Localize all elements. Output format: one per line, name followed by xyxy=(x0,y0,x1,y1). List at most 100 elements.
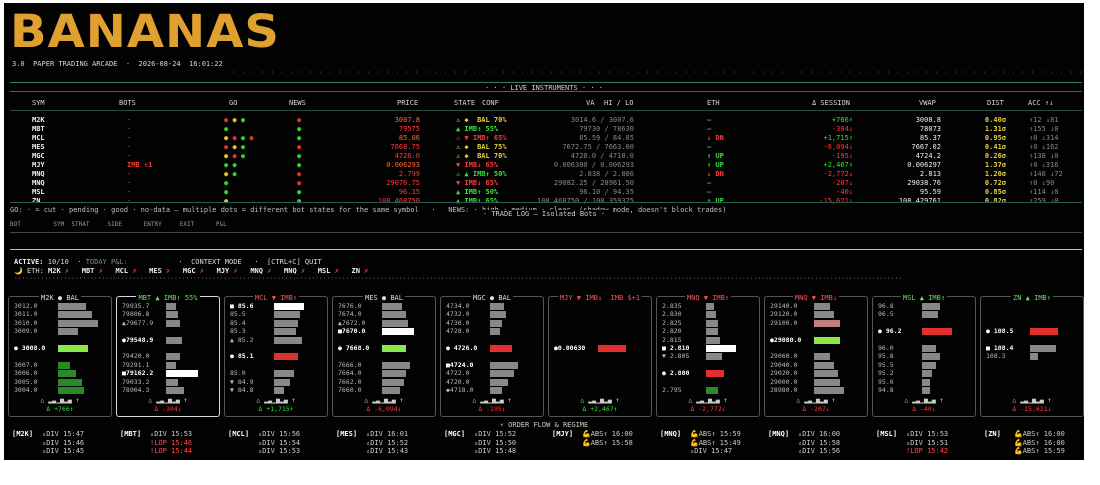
ladder-level: 3009.0 xyxy=(14,327,110,336)
table-row[interactable]: MBT · ● ● 79575 ▲ IMB↑ 55% 79730 / 78630 — -304… xyxy=(4,125,1084,134)
depth-panel[interactable]: M2K ● BAL 3012.0 3011.0 3010.0 3009.0 ● 3008.… xyxy=(8,294,112,417)
volume-bar xyxy=(814,370,838,378)
volume-bar xyxy=(814,336,840,344)
table-row[interactable]: MES · ● ● ● ● 7668.75 ⚠ ◆ BAL 75% 7672.75 / 7… xyxy=(4,143,1084,152)
depth-panel[interactable]: MES ● BAL 7676.0 7674.0 ▲7672.0 ■7670.0 ● 766… xyxy=(332,294,436,417)
panel-delta: Δ -2,772↓ xyxy=(690,405,726,413)
ladder-level: 85.5 xyxy=(230,310,326,319)
row-symbol: MJY xyxy=(32,161,45,169)
row-eth: — xyxy=(707,188,712,196)
row-delta: -40↓ xyxy=(836,188,853,196)
delta-sparkline: △ ▂▃▁▅▂▄ ↑ xyxy=(40,396,80,404)
ladder-level: 85.3 xyxy=(230,327,326,336)
table-row[interactable]: MGC · ● ● ● ● 4726.0 ⚠ ◆ BAL 70% 4728.0 / 471… xyxy=(4,152,1084,161)
panel-title: MNQ ▼ IMB↓ xyxy=(792,294,840,302)
row-acc: ↑138 ↓0 xyxy=(1029,152,1059,160)
delta-sparkline: △ ▂▃▁▅▂▄ ↑ xyxy=(904,396,944,404)
row-delta: -6,094↓ xyxy=(823,143,853,151)
ladder-level: ● 108.5 xyxy=(986,327,1082,336)
panel-title: MJY ▼ IMB↓ IMB $+1 xyxy=(557,294,643,302)
volume-bar xyxy=(490,345,512,352)
volume-bar xyxy=(166,361,176,369)
ladder-level: 29020.0 xyxy=(770,369,866,378)
depth-panel[interactable]: MNQ ▼ IMB↑ 2.835 2.830 2.825 2.820 2.815 ■ 2.8… xyxy=(656,294,760,417)
row-delta: +1,715↑ xyxy=(823,134,853,142)
ladder-level: 7662.0 xyxy=(338,378,434,386)
panel-delta: Δ +1,715↑ xyxy=(258,405,294,413)
orderflow-event: 💪ABS↑ 16:00 xyxy=(1014,430,1065,438)
depth-panel[interactable]: MCL ▼ IMB↑ ■ 85.6 85.5 85.4 85.3 ▲ 85.2 ● 85.1… xyxy=(224,294,328,417)
ladder-level: 7664.0 xyxy=(338,369,434,378)
row-bots: · xyxy=(127,125,132,133)
ladder-level: 95.2 xyxy=(878,369,974,378)
table-row[interactable]: MJY IMB ↑1 ● ● ● 0.006293 ▼ IMB↓ 65% 0.006300… xyxy=(4,161,1084,170)
orderflow-event: ▵DIV 15:48 xyxy=(474,447,517,455)
row-vwap: 78073 xyxy=(919,125,941,133)
ladder-level: 2.835 xyxy=(662,302,758,310)
table-row[interactable]: M2K · ● ● ● ● 3007.8 ⚠ ◆ BAL 70% 3014.6 / 300… xyxy=(4,116,1084,125)
depth-panel[interactable]: MGC ● BAL 4734.0 4732.0 4730.0 4728.0 ● 4726.… xyxy=(440,294,544,417)
depth-panel[interactable]: MSL ▲ IMB↑ 96.8 96.5 ● 96.2 96.0 95.8 95.5 95.2… xyxy=(872,294,976,417)
depth-panel[interactable]: MJY ▼ IMB↓ IMB $+1 ●0.00630 △ ▂▃▁▅▂▄ ↑ Δ +2… xyxy=(548,294,652,417)
volume-bar xyxy=(382,319,408,327)
ladder-level: 3011.0 xyxy=(14,310,110,319)
row-price: 29076.75 xyxy=(386,179,420,187)
row-price: 2.799 xyxy=(398,170,420,178)
ladder-level: 96.0 xyxy=(878,344,974,352)
ladder-level: 7666.0 xyxy=(338,361,434,369)
dots-divider: ········································… xyxy=(14,275,903,282)
row-value-area: 29082.25 / 28961.50 xyxy=(553,179,634,187)
orderflow-symbol: [MSL] xyxy=(876,430,898,438)
volume-bar xyxy=(274,370,294,378)
panel-title: MGC ● BAL xyxy=(471,294,513,302)
instruments-header: SYM BOTS GO NEWS PRICE STATE CONF VA HI … xyxy=(4,99,1084,109)
eth-item: ZN ✗ xyxy=(351,267,381,275)
row-dist: 1.31σ xyxy=(984,125,1006,133)
ladder-level: ●29080.0 xyxy=(770,336,866,344)
row-dist: 0.41σ xyxy=(984,143,1006,151)
ladder-level: ■ 108.4 xyxy=(986,344,1082,352)
divider xyxy=(10,110,1082,111)
col-dist: DIST xyxy=(987,99,1004,107)
orderflow-event: 💪ABS↑ 16:00 xyxy=(582,430,633,438)
table-row[interactable]: MNQ · ● ● 29076.75 ▼ IMB↓ 65% 29082.25 / 2896… xyxy=(4,179,1084,188)
row-price: 7668.75 xyxy=(390,143,420,151)
delta-sparkline: △ ▂▃▁▅▂▄ ↑ xyxy=(364,396,404,404)
row-bots: IMB ↑1 xyxy=(127,161,153,169)
row-state: ⚠ ◆ BAL 70% xyxy=(456,116,507,124)
table-row[interactable]: MNQ · ● ● ● 2.799 ⚠ ▲ IMB↑ 50% 2.838 / 2.806 ↓… xyxy=(4,170,1084,179)
row-symbol: MNQ xyxy=(32,170,45,178)
row-news-dot: ● xyxy=(297,179,302,187)
orderflow-event: ▵DIV 15:53 xyxy=(258,447,301,455)
row-value-area: 79730 / 78630 xyxy=(579,125,634,133)
depth-panel[interactable]: ZN ▲ IMB↑ ● 108.5 ■ 108.4 108.3 △ ▂▃▁▅▂▄ ↑ Δ … xyxy=(980,294,1084,417)
depth-panel[interactable]: MNQ ▼ IMB↓ 29140.0 29120.0 29100.0 ●29080.0 2… xyxy=(764,294,868,417)
volume-bar xyxy=(922,311,938,319)
panel-delta: Δ +766↑ xyxy=(46,405,74,413)
col-eth: ETH xyxy=(707,99,720,107)
depth-panel[interactable]: MBT ▲ IMB↑ 55% 79935.7 79806.8 ▲79677.9 ●795… xyxy=(116,294,220,417)
divider xyxy=(10,91,1082,92)
ladder-level: ▼ 84.9 xyxy=(230,378,326,386)
panel-title: MES ● BAL xyxy=(363,294,405,302)
volume-bar xyxy=(166,319,180,327)
col-vwap: VWAP xyxy=(919,99,936,107)
row-price: 85.06 xyxy=(398,134,420,142)
row-acc: ↑0 ↓90 xyxy=(1029,179,1055,187)
ladder-level: ▼ 2.805 xyxy=(662,352,758,361)
row-vwap: 95.59 xyxy=(919,188,941,196)
table-row[interactable]: MCL · ● ● ● ● ● 85.06 ⚠ ▼ IMB↑ 65% 85.59 / 84… xyxy=(4,134,1084,143)
volume-bar xyxy=(598,345,626,352)
table-row[interactable]: MSL · ● ● 96.15 ▲ IMB↑ 50% 96.10 / 94.35 — -40↓… xyxy=(4,188,1084,197)
row-state: ⚠ ◆ BAL 70% xyxy=(456,152,507,160)
delta-sparkline: △ ▂▃▁▅▂▄ ↑ xyxy=(148,396,188,404)
row-news-dot: ● xyxy=(297,134,302,142)
ladder-level: 3005.0 xyxy=(14,378,110,386)
col-price: PRICE xyxy=(397,99,419,107)
divider xyxy=(10,82,1082,83)
delta-sparkline: △ ▂▃▁▅▂▄ ↑ xyxy=(580,396,620,404)
orderflow-event: 💪ABS↑ 15:58 xyxy=(582,438,633,447)
trade-log-title: · TRADE LOG — Isolated Bots · xyxy=(4,210,1084,218)
volume-bar xyxy=(166,387,184,394)
volume-bar xyxy=(58,319,98,327)
